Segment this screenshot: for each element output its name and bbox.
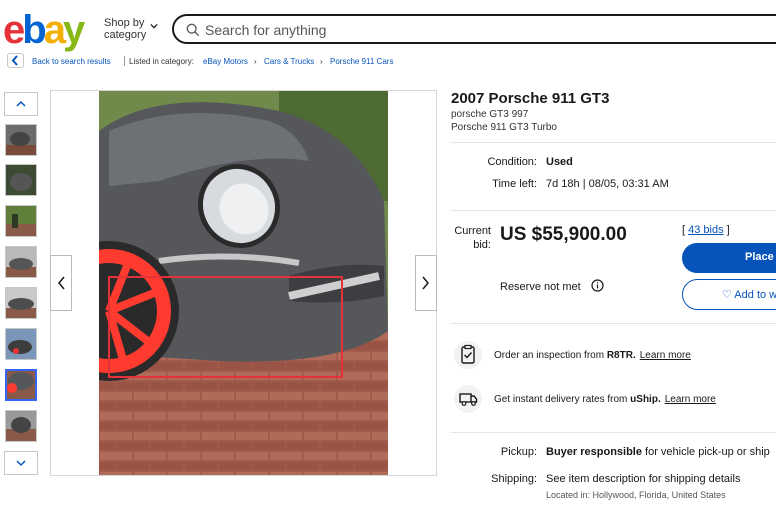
current-bid-label-line2: bid: xyxy=(473,239,491,251)
add-to-watchlist-button[interactable]: ♡ Add to w xyxy=(682,279,776,310)
chevron-down-icon xyxy=(150,23,158,29)
thumbnail-7-selected[interactable] xyxy=(5,369,37,401)
logo-letter-y: y xyxy=(62,8,85,52)
info-icon[interactable] xyxy=(591,279,604,292)
time-left-value: 7d 18h | 08/05, 03:31 AM xyxy=(546,178,669,190)
place-bid-button[interactable]: Place xyxy=(682,243,776,273)
inspection-text: Order an inspection from xyxy=(494,350,607,361)
logo-letter-b: b xyxy=(22,8,47,52)
inspection-learn-more-link[interactable]: Learn more xyxy=(640,350,691,361)
search-input[interactable]: Search for anything xyxy=(205,22,326,38)
place-bid-label: Place xyxy=(745,251,774,263)
bids-count: [ 43 bids ] xyxy=(682,224,730,236)
shop-by-line1: Shop by xyxy=(104,17,145,29)
pickup-value: Buyer responsible for vehicle pick-up or… xyxy=(546,446,770,458)
breadcrumb-ebay-motors[interactable]: eBay Motors xyxy=(203,57,248,66)
delivery-learn-more-link[interactable]: Learn more xyxy=(665,394,716,405)
chevron-left-icon xyxy=(58,276,65,290)
delivery-text: Get instant delivery rates from xyxy=(494,394,631,405)
listed-in-label: Listed in category: xyxy=(129,57,194,66)
thumbnail-5[interactable] xyxy=(5,287,37,319)
delivery-row: Get instant delivery rates from uShip. Le… xyxy=(494,394,716,405)
back-button[interactable] xyxy=(7,53,24,68)
back-to-search-link[interactable]: Back to search results xyxy=(32,57,111,66)
thumbnails-down-button[interactable] xyxy=(4,451,38,475)
reserve-status: Reserve not met xyxy=(500,281,581,293)
delivery-icon-wrap xyxy=(454,385,482,413)
thumbnail-2[interactable] xyxy=(5,164,37,196)
current-bid-price: US $55,900.00 xyxy=(500,224,627,245)
breadcrumb-cars-trucks[interactable]: Cars & Trucks xyxy=(264,57,314,66)
divider xyxy=(451,323,776,324)
delivery-brand: uShip. xyxy=(630,394,661,405)
thumbnails-up-button[interactable] xyxy=(4,92,38,116)
chevron-up-icon xyxy=(16,100,26,107)
condition-value: Used xyxy=(546,156,573,168)
thumbnail-3[interactable] xyxy=(5,205,37,237)
pickup-label: Pickup: xyxy=(500,446,537,458)
shipping-label: Shipping: xyxy=(491,473,537,485)
breadcrumb-chevron: › xyxy=(254,57,257,66)
breadcrumb-porsche-911[interactable]: Porsche 911 Cars xyxy=(330,57,393,66)
thumbnail-8[interactable] xyxy=(5,410,37,442)
main-car-photo[interactable] xyxy=(99,91,388,475)
clipboard-check-icon xyxy=(461,344,475,364)
chevron-left-icon xyxy=(11,55,18,66)
current-bid-label-line1: Current xyxy=(454,225,491,237)
condition-label: Condition: xyxy=(487,156,537,168)
divider xyxy=(451,142,776,143)
watchlist-label: ♡ Add to w xyxy=(722,289,776,301)
chevron-down-icon xyxy=(16,460,26,467)
search-icon xyxy=(186,23,200,37)
thumbnail-1[interactable] xyxy=(5,124,37,156)
inspection-brand: R8TR. xyxy=(606,350,636,361)
shop-by-category-button[interactable]: Shop by category xyxy=(104,17,146,41)
breadcrumb-chevron: › xyxy=(320,57,323,66)
pickup-rest: for vehicle pick-up or ship xyxy=(641,446,770,458)
truck-icon xyxy=(459,393,478,406)
thumbnail-4[interactable] xyxy=(5,246,37,278)
ebay-logo[interactable]: ebay xyxy=(3,8,85,52)
bids-link[interactable]: 43 bids xyxy=(688,224,723,236)
divider xyxy=(451,432,776,433)
image-next-button[interactable] xyxy=(415,255,437,311)
chevron-right-icon xyxy=(422,276,429,290)
divider xyxy=(451,210,776,211)
shop-by-line2: category xyxy=(104,29,147,41)
logo-letter-a: a xyxy=(43,8,66,52)
breadcrumb-separator xyxy=(124,56,125,66)
inspection-row: Order an inspection from R8TR. Learn more xyxy=(494,350,691,361)
bids-bracket-close: ] xyxy=(723,224,730,236)
listing-title: 2007 Porsche 911 GT3 xyxy=(451,90,610,107)
listing-subtitle-2: Porsche 911 GT3 Turbo xyxy=(451,122,557,133)
listing-subtitle-1: porsche GT3 997 xyxy=(451,109,529,120)
item-location: Located in: Hollywood, Florida, United S… xyxy=(546,490,726,500)
shipping-value: See item description for shipping detail… xyxy=(546,473,741,485)
image-prev-button[interactable] xyxy=(50,255,72,311)
inspection-icon-wrap xyxy=(454,341,482,369)
thumbnail-6[interactable] xyxy=(5,328,37,360)
logo-letter-e: e xyxy=(3,8,25,52)
time-left-label: Time left: xyxy=(492,178,537,190)
pickup-bold: Buyer responsible xyxy=(546,446,642,458)
